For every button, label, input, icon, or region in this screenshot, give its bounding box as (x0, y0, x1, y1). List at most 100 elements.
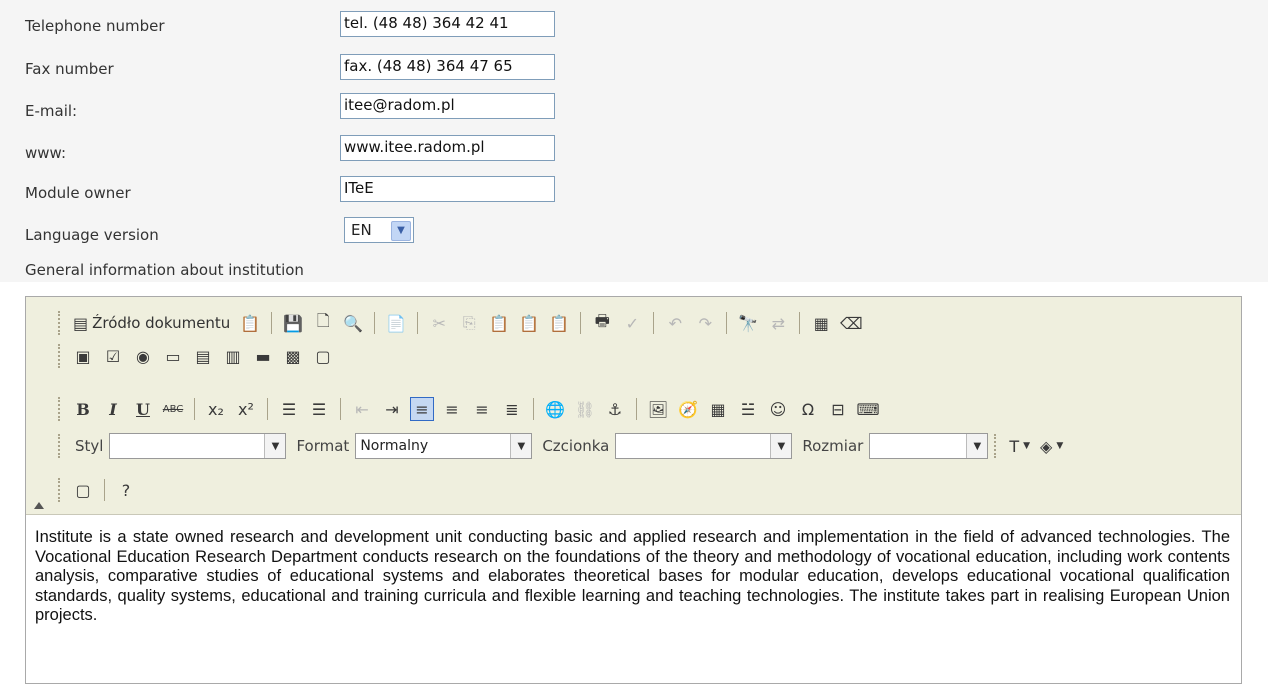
email-label: E-mail: (25, 102, 78, 120)
telephone-input[interactable]: tel. (48 48) 364 42 41 (340, 11, 555, 37)
telephone-label: Telephone number (25, 17, 165, 35)
size-combo[interactable]: ▼ (869, 433, 989, 459)
paste-word-icon[interactable]: 📋 (547, 311, 571, 335)
language-select[interactable]: EN ▼ (344, 217, 414, 243)
format-label: Format (296, 437, 350, 455)
indent-icon[interactable]: ⇥ (380, 397, 404, 421)
italic-icon[interactable]: I (101, 397, 125, 421)
toolbar-grip (58, 311, 63, 335)
print-icon[interactable]: 🖶 (590, 311, 614, 335)
editor-content[interactable]: Institute is a state owned research and … (35, 528, 1230, 626)
spellcheck-icon[interactable]: ✓ (620, 311, 644, 335)
hidden-field-icon[interactable]: ▢ (311, 344, 335, 368)
select-icon[interactable]: ▥ (221, 344, 245, 368)
about-icon[interactable]: ? (114, 478, 138, 502)
paste-icon[interactable]: 📋 (487, 311, 511, 335)
style-combo[interactable]: ▼ (109, 433, 287, 459)
button-icon[interactable]: ▬ (251, 344, 275, 368)
chevron-down-icon[interactable]: ▼ (264, 434, 286, 458)
www-input[interactable]: www.itee.radom.pl (340, 135, 555, 161)
unlink-icon[interactable]: ⛓ (573, 397, 597, 421)
remove-format-icon[interactable]: ⌫ (839, 311, 863, 335)
image-button-icon[interactable]: ▩ (281, 344, 305, 368)
link-icon[interactable]: 🌐 (543, 397, 567, 421)
universal-key-icon[interactable]: ⌨ (856, 397, 880, 421)
module-owner-input[interactable]: ITeE (340, 176, 555, 202)
textarea-icon[interactable]: ▤ (191, 344, 215, 368)
align-left-icon[interactable]: ≡ (410, 397, 434, 421)
copy-icon[interactable]: ⎘ (457, 311, 481, 335)
align-right-icon[interactable]: ≡ (470, 397, 494, 421)
page-break-icon[interactable]: ⊟ (826, 397, 850, 421)
toolbar-row-2: ▣ ☑ ◉ ▭ ▤ ▥ ▬ ▩ ▢ (58, 341, 335, 371)
format-combo[interactable]: Normalny ▼ (355, 433, 533, 459)
templates-icon[interactable]: 📄 (384, 311, 408, 335)
module-owner-label: Module owner (25, 184, 131, 202)
smiley-icon[interactable]: ☺ (766, 397, 790, 421)
paint-bucket-icon: ◈ (1040, 436, 1053, 456)
preview-icon[interactable]: 🔍 (341, 311, 365, 335)
chevron-down-icon[interactable]: ▼ (510, 434, 532, 458)
form-icon[interactable]: ▣ (71, 344, 95, 368)
text-color-button[interactable]: T ▼ (1007, 434, 1032, 458)
source-icon: ▤ (73, 313, 89, 333)
chevron-down-icon: ▼ (1056, 441, 1064, 451)
toolbar-row-1: ▤ Źródło dokumentu 📋 💾 🗋 🔍 📄 ✂ ⎘ 📋 📋 📋 🖶… (58, 308, 863, 338)
subscript-icon[interactable]: x₂ (204, 397, 228, 421)
find-icon[interactable]: 🔭 (736, 311, 760, 335)
language-value: EN (351, 221, 372, 239)
underline-icon[interactable]: U (131, 397, 155, 421)
rich-text-editor: ▤ Źródło dokumentu 📋 💾 🗋 🔍 📄 ✂ ⎘ 📋 📋 📋 🖶… (25, 296, 1242, 684)
toolbar-row-5: ▢ ? (58, 475, 138, 505)
unordered-list-icon[interactable]: ☰ (307, 397, 331, 421)
format-value: Normalny (360, 438, 429, 454)
paste-text-icon[interactable]: 📋 (238, 311, 262, 335)
textfield-icon[interactable]: ▭ (161, 344, 185, 368)
editor-toolbar: ▤ Źródło dokumentu 📋 💾 🗋 🔍 📄 ✂ ⎘ 📋 📋 📋 🖶… (26, 297, 1241, 515)
font-label: Czcionka (542, 437, 610, 455)
outdent-icon[interactable]: ⇤ (350, 397, 374, 421)
size-label: Rozmiar (802, 437, 864, 455)
chevron-down-icon: ▼ (1023, 441, 1031, 451)
font-combo[interactable]: ▼ (615, 433, 793, 459)
form-background (0, 0, 1268, 282)
cut-icon[interactable]: ✂ (427, 311, 451, 335)
horizontal-rule-icon[interactable]: ☱ (736, 397, 760, 421)
checkbox-icon[interactable]: ☑ (101, 344, 125, 368)
collapse-toolbar-icon[interactable] (34, 502, 44, 509)
ordered-list-icon[interactable]: ☰ (277, 397, 301, 421)
special-char-icon[interactable]: Ω (796, 397, 820, 421)
table-icon[interactable]: ▦ (706, 397, 730, 421)
flash-icon[interactable]: 🧭 (676, 397, 700, 421)
anchor-icon[interactable]: ⚓ (603, 397, 627, 421)
source-label: Źródło dokumentu (92, 314, 231, 332)
email-input[interactable]: itee@radom.pl (340, 93, 555, 119)
paste-plain-icon[interactable]: 📋 (517, 311, 541, 335)
align-center-icon[interactable]: ≡ (440, 397, 464, 421)
text-color-icon: T (1009, 436, 1020, 456)
general-info-label: General information about institution (25, 261, 304, 279)
chevron-down-icon[interactable]: ▼ (966, 434, 988, 458)
fax-input[interactable]: fax. (48 48) 364 47 65 (340, 54, 555, 80)
radio-icon[interactable]: ◉ (131, 344, 155, 368)
redo-icon[interactable]: ↷ (693, 311, 717, 335)
chevron-down-icon[interactable]: ▼ (770, 434, 792, 458)
new-page-icon[interactable]: 🗋 (311, 311, 335, 335)
justify-icon[interactable]: ≣ (500, 397, 524, 421)
show-blocks-icon[interactable]: ▢ (71, 478, 95, 502)
strike-icon[interactable]: ABC (161, 397, 185, 421)
bold-icon[interactable]: B (71, 397, 95, 421)
www-label: www: (25, 144, 67, 162)
save-icon[interactable]: 💾 (281, 311, 305, 335)
chevron-down-icon[interactable]: ▼ (391, 221, 411, 241)
select-all-icon[interactable]: ▦ (809, 311, 833, 335)
undo-icon[interactable]: ↶ (663, 311, 687, 335)
image-icon[interactable]: 🖼 (646, 397, 670, 421)
style-label: Styl (75, 437, 104, 455)
fax-label: Fax number (25, 60, 114, 78)
toolbar-row-4: Styl ▼ Format Normalny ▼ Czcionka ▼ Rozm… (58, 431, 1065, 461)
replace-icon[interactable]: ⇄ (766, 311, 790, 335)
superscript-icon[interactable]: x² (234, 397, 258, 421)
source-button[interactable]: ▤ Źródło dokumentu (71, 311, 232, 335)
background-color-button[interactable]: ◈ ▼ (1038, 434, 1065, 458)
